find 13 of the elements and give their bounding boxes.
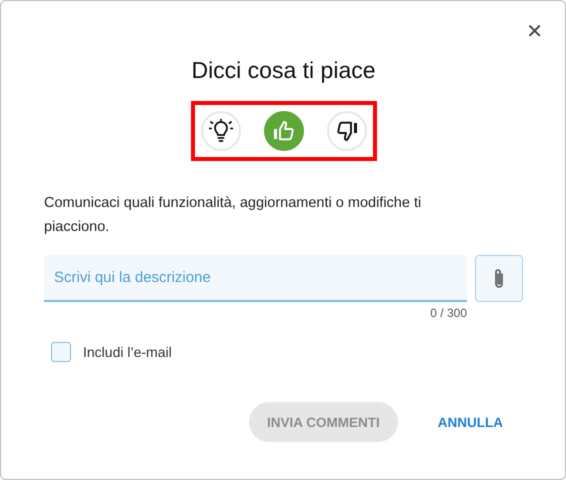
- description-field[interactable]: Scrivi qui la descrizione: [44, 255, 467, 302]
- close-button[interactable]: ✕: [522, 19, 547, 43]
- lightbulb-icon: [208, 119, 232, 143]
- description-text: Comunicaci quali funzionalità, aggiornamenti o modifiche ti piacciono.: [44, 194, 422, 237]
- dialog-title: Dicci cosa ti piace: [190, 57, 377, 84]
- cancel-button[interactable]: ANNULLA: [438, 402, 505, 442]
- character-counter: 0 / 300: [430, 306, 467, 320]
- email-checkbox[interactable]: [51, 342, 71, 362]
- paperclip-icon: [492, 266, 506, 290]
- thumbs-down-icon: [334, 119, 358, 143]
- checkbox-label: Includi l’e-mail: [83, 344, 172, 360]
- attach-button[interactable]: [475, 255, 523, 302]
- thumbs-up-icon: [272, 119, 296, 143]
